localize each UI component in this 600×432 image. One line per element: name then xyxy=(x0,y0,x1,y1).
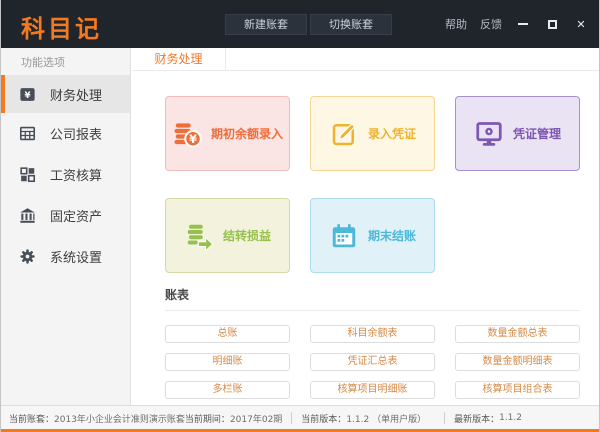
latest-version-label: 最新版本： xyxy=(454,412,499,425)
sidebar-item-system-settings[interactable]: 系统设置 xyxy=(1,236,130,277)
bank-icon xyxy=(18,206,37,225)
reports-section-title: 账表 xyxy=(165,286,580,311)
sidebar: 功能选项 ¥ 财务处理公司报表工资核算固定资产系统设置 xyxy=(1,48,131,405)
current-account-label: 当前账套： xyxy=(9,412,54,425)
gear-icon xyxy=(18,247,37,266)
table-icon xyxy=(18,124,37,143)
report-buttons: 总账 科目余额表 数量金额总表明细账 凭证汇总表 数量金额明细表多栏账 核算项目明细账 核算… xyxy=(165,325,580,399)
title-bar: 科目记 新建账套 切换账套 帮助 反馈 ✕ xyxy=(1,0,599,48)
sidebar-item-label: 财务处理 xyxy=(50,85,102,104)
voucher-management-card[interactable]: 凭证管理 xyxy=(455,96,580,171)
period-end-closing-card[interactable]: 期末结账 xyxy=(310,198,435,273)
titlebar-right: 帮助 反馈 ✕ xyxy=(445,0,589,48)
status-divider xyxy=(444,412,445,424)
current-version-value: 1.1.2 （单用户版） xyxy=(346,412,426,425)
status-bar: 当前账套： 2013年小企业会计准则演示账套 当前期间： 2017年02期 当前… xyxy=(1,405,599,432)
report-button-3[interactable]: 数量金额总表 xyxy=(455,325,580,343)
app-window: 科目记 新建账套 切换账套 帮助 反馈 ✕ 功能选项 ¥ 财务处理公司报表工资核算… xyxy=(0,0,600,432)
current-period-value: 2017年02期 xyxy=(230,412,282,425)
blocks-icon xyxy=(18,165,37,184)
sidebar-header: 功能选项 xyxy=(1,48,130,75)
report-button-8[interactable]: 核算项目明细账 xyxy=(310,381,435,399)
sidebar-item-fixed-assets[interactable]: 固定资产 xyxy=(1,195,130,236)
main-content: ¥ 期初余额录入 录入凭证 凭证管理结转损益 期末结账 账表 总账 科目余额表 数量金额总表… xyxy=(132,71,599,399)
report-button-6[interactable]: 数量金额明细表 xyxy=(455,353,580,371)
sidebar-item-payroll-accounting[interactable]: 工资核算 xyxy=(1,154,130,195)
sidebar-item-company-reports[interactable]: 公司报表 xyxy=(1,113,130,154)
card-label: 凭证管理 xyxy=(513,125,561,142)
maximize-button[interactable] xyxy=(544,16,560,32)
sidebar-item-label: 公司报表 xyxy=(50,124,102,143)
reports-section: 账表 总账 科目余额表 数量金额总表明细账 凭证汇总表 数量金额明细表多栏账 核算项目明细… xyxy=(165,286,580,399)
status-bar-content: 当前账套： 2013年小企业会计准则演示账套 当前期间： 2017年02期 当前… xyxy=(1,406,599,430)
sidebar-menu: ¥ 财务处理公司报表工资核算固定资产系统设置 xyxy=(1,75,130,277)
app-logo: 科目记 xyxy=(21,9,102,44)
minimize-button[interactable] xyxy=(515,16,531,32)
status-divider xyxy=(291,412,292,424)
switch-account-set-button[interactable]: 切换账套 xyxy=(310,14,392,35)
tab-bar: 财务处理 xyxy=(132,48,599,71)
opening-balance-entry-card[interactable]: ¥ 期初余额录入 xyxy=(165,96,290,171)
report-button-5[interactable]: 凭证汇总表 xyxy=(310,353,435,371)
current-account-value: 2013年小企业会计准则演示账套 xyxy=(54,412,185,425)
current-version-label: 当前版本： xyxy=(301,412,346,425)
card-label: 录入凭证 xyxy=(368,125,416,142)
coins-arrow-icon xyxy=(184,221,214,251)
feedback-link[interactable]: 反馈 xyxy=(480,16,502,32)
report-button-9[interactable]: 核算项目组合表 xyxy=(455,381,580,399)
close-button[interactable]: ✕ xyxy=(573,16,589,32)
sidebar-item-label: 系统设置 xyxy=(50,247,102,266)
function-cards: ¥ 期初余额录入 录入凭证 凭证管理结转损益 期末结账 xyxy=(165,96,599,273)
report-button-1[interactable]: 总账 xyxy=(165,325,290,343)
svg-text:¥: ¥ xyxy=(189,133,197,146)
sidebar-item-label: 固定资产 xyxy=(50,206,102,225)
tab-finance-processing[interactable]: 财务处理 xyxy=(132,48,226,70)
status-right-group: 当前期间： 2017年02期 当前版本： 1.1.2 （单用户版） 最新版本： … xyxy=(185,412,522,425)
card-label: 结转损益 xyxy=(223,227,271,244)
help-link[interactable]: 帮助 xyxy=(445,16,467,32)
report-button-4[interactable]: 明细账 xyxy=(165,353,290,371)
latest-version-value: 1.1.2 xyxy=(499,413,522,423)
sidebar-item-label: 工资核算 xyxy=(50,165,102,184)
card-label: 期初余额录入 xyxy=(211,125,283,142)
new-account-set-button[interactable]: 新建账套 xyxy=(225,14,307,35)
coins-yen-icon: ¥ xyxy=(172,119,202,149)
yen-badge-icon: ¥ xyxy=(18,85,37,104)
voucher-entry-card[interactable]: 录入凭证 xyxy=(310,96,435,171)
edit-icon xyxy=(329,119,359,149)
current-period-label: 当前期间： xyxy=(185,412,230,425)
calendar-icon xyxy=(329,221,359,251)
main-panel: 财务处理 ¥期初余额录入录入凭证凭证管理结转损益期末结账 账表 总账科目余额表数… xyxy=(132,48,599,405)
sidebar-item-finance-processing[interactable]: ¥ 财务处理 xyxy=(1,75,130,113)
maximize-icon xyxy=(548,20,557,29)
report-button-7[interactable]: 多栏账 xyxy=(165,381,290,399)
minimize-icon xyxy=(518,23,528,25)
card-label: 期末结账 xyxy=(368,227,416,244)
account-set-buttons: 新建账套 切换账套 xyxy=(225,0,392,48)
svg-text:¥: ¥ xyxy=(24,91,30,101)
profit-loss-carryover-card[interactable]: 结转损益 xyxy=(165,198,290,273)
report-button-2[interactable]: 科目余额表 xyxy=(310,325,435,343)
monitor-icon xyxy=(474,119,504,149)
